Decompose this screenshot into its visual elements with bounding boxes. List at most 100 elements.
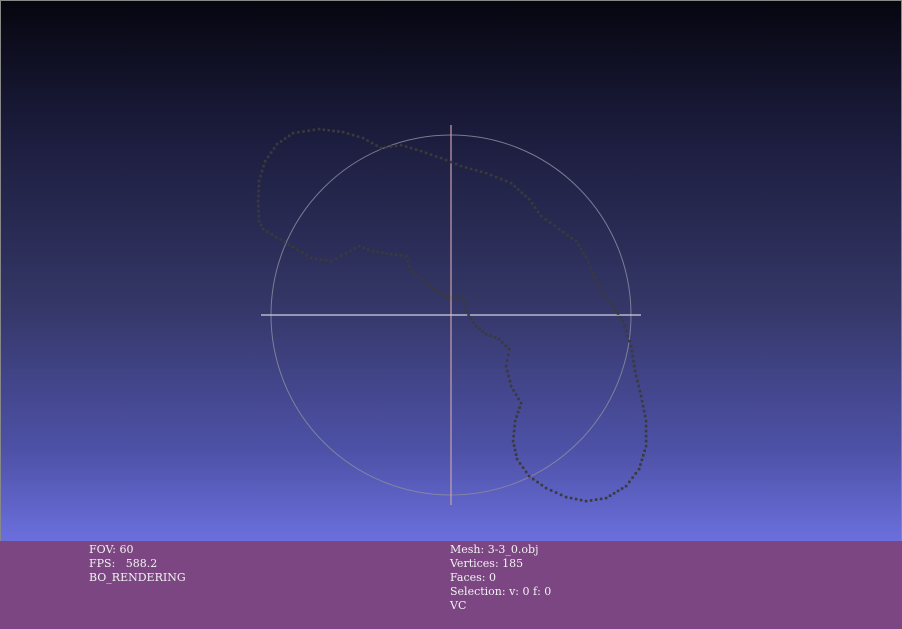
mesh-vertex-point (394, 144, 398, 148)
mesh-vertex-point (367, 248, 370, 251)
mesh-vertex-point (389, 145, 393, 148)
mesh-vertex-point (478, 327, 481, 331)
mesh-vertex-point (279, 140, 283, 143)
mesh-vertex-point (449, 160, 453, 164)
mesh-vertex-point (643, 414, 647, 418)
mesh-vertex-point (599, 289, 603, 293)
mesh-vertex-point (461, 295, 465, 299)
mesh-vertex-point (540, 483, 544, 487)
mesh-vertex-point (512, 389, 515, 392)
mesh-vertex-point (512, 444, 516, 447)
mesh-vertex-point (517, 397, 520, 401)
mesh-vertex-point (329, 259, 333, 263)
mesh-vertex-point (361, 136, 365, 140)
mesh-vertex-point (439, 292, 443, 296)
mesh-vertex-point (379, 146, 383, 150)
mesh-vertex-point (637, 467, 641, 471)
mesh-vertex-point (527, 197, 531, 201)
mesh-vertex-point (424, 281, 428, 285)
mesh-vertex-point (399, 254, 403, 257)
mesh-vertex-point (507, 347, 511, 351)
mesh-vertex-point (256, 199, 260, 203)
mesh-vertex-point (504, 344, 508, 348)
mesh-vertex-point (644, 429, 648, 433)
mesh-vertex-point (408, 264, 411, 268)
mesh-vertex-point (380, 251, 384, 254)
mesh-vertex-point (300, 251, 304, 254)
mesh-vertex-point (356, 135, 360, 138)
mesh-vertex-point (409, 269, 413, 273)
mesh-vertex-point (291, 245, 295, 249)
mesh-vertex-point (481, 330, 485, 333)
mesh-vertex-point (456, 296, 460, 300)
mesh-vertex-point (548, 221, 552, 224)
mesh-vertex-point (566, 233, 569, 237)
mesh-vertex-point (263, 159, 267, 163)
mesh-vertex-point (287, 243, 291, 246)
mesh-vertex-point (642, 454, 645, 457)
mesh-vertex-point (584, 499, 588, 503)
info-left-panel: FOV: 60 FPS: 588.2 BO_RENDERING (89, 543, 186, 585)
mesh-vertex-point (591, 271, 595, 275)
fov-label: FOV: 60 (89, 543, 134, 556)
mesh-vertex-point (434, 155, 438, 158)
mesh-vertex-point (302, 130, 305, 133)
mesh-vertex-point (504, 179, 508, 183)
mesh-vertex-point (501, 341, 504, 344)
mesh-vertex-point (424, 151, 428, 155)
mesh-vertex-point (404, 254, 408, 258)
mesh-vertex-point (577, 243, 580, 247)
mesh-vertex-point (270, 233, 274, 236)
3d-viewport[interactable] (0, 0, 902, 629)
mesh-vertex-point (637, 384, 640, 388)
mesh-vertex-point (544, 486, 548, 490)
mesh-vertex-point (635, 374, 638, 378)
mesh-vertex-point (589, 499, 593, 502)
mesh-vertex-point (513, 448, 517, 452)
mesh-vertex-point (597, 285, 601, 288)
mesh-vertex-point (322, 128, 326, 131)
mesh-vertex-point (257, 209, 260, 213)
mesh-vertex-point (353, 247, 357, 250)
mesh-vertex-point (511, 439, 515, 443)
mesh-vertex-point (512, 434, 515, 438)
mesh-vertex-point (625, 329, 628, 333)
mesh-vertex-point (507, 374, 510, 378)
mesh-vertex-point (539, 214, 543, 218)
mesh-vertex-point (257, 219, 261, 223)
mesh-vertex-point (366, 139, 369, 142)
mesh-vertex-point (587, 261, 590, 264)
mesh-vertex-point (549, 489, 553, 492)
mesh-vertex-point (266, 230, 269, 234)
mesh-vertex-point (514, 453, 518, 456)
mesh-vertex-point (283, 137, 287, 140)
mesh-vertex-point (536, 210, 540, 214)
mesh-vertex-point (517, 188, 520, 191)
mesh-vertex-point (630, 349, 634, 353)
mesh-vertex-point (260, 169, 264, 173)
mesh-vertex-point (582, 251, 585, 255)
mesh-vertex-point (594, 498, 598, 501)
scene-canvas[interactable] (1, 1, 902, 542)
mesh-vertex-point (579, 247, 583, 251)
mesh-vertex-point (296, 248, 299, 252)
mesh-vertex-point (595, 280, 599, 284)
mesh-vertex-point (324, 259, 328, 262)
mesh-vertex-point (337, 130, 340, 133)
mesh-vertex-point (272, 147, 276, 150)
mesh-vertex-point (644, 444, 648, 448)
mesh-vertex-point (515, 457, 519, 461)
mesh-vertex-point (527, 474, 531, 478)
mesh-vertex-point (564, 495, 568, 499)
mesh-vertex-point (493, 336, 497, 339)
mesh-vertex-point (623, 324, 626, 328)
mesh-vertex-point (443, 294, 447, 298)
mesh-vertex-point (489, 173, 493, 177)
mesh-vertex-point (524, 194, 527, 198)
mesh-vertex-point (341, 130, 345, 134)
mesh-vertex-point (513, 185, 516, 188)
mesh-vertex-point (429, 153, 433, 156)
mesh-vertex-point (309, 256, 313, 260)
mesh-vertex-point (628, 339, 631, 343)
mesh-vertex-point (259, 223, 263, 227)
